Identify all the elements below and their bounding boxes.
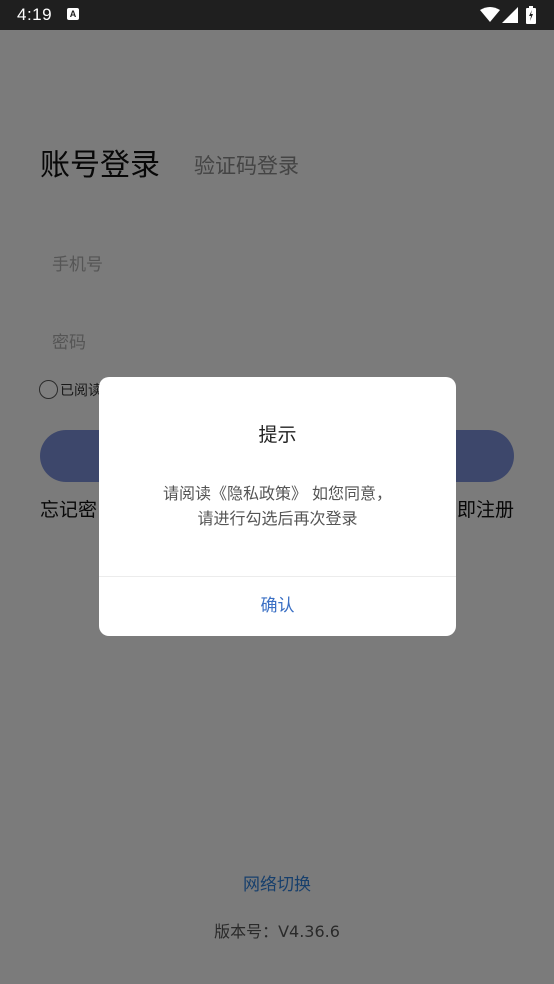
- confirm-button[interactable]: 确认: [99, 577, 456, 636]
- dialog-message: 请阅读《隐私政策》 如您同意， 请进行勾选后再次登录: [99, 481, 456, 531]
- battery-icon: [526, 6, 536, 24]
- dialog-title: 提示: [258, 424, 297, 446]
- wifi-icon: [480, 7, 500, 22]
- notification-a-icon: A: [67, 8, 79, 20]
- signal-icon: [502, 7, 518, 23]
- dialog-message-line2: 请进行勾选后再次登录: [197, 509, 358, 528]
- status-bar: 4:19 A: [0, 0, 554, 30]
- dialog-message-line1: 请阅读《隐私政策》 如您同意，: [162, 484, 393, 503]
- status-time: 4:19: [17, 5, 53, 24]
- privacy-dialog: 提示 请阅读《隐私政策》 如您同意， 请进行勾选后再次登录 确认: [99, 377, 456, 636]
